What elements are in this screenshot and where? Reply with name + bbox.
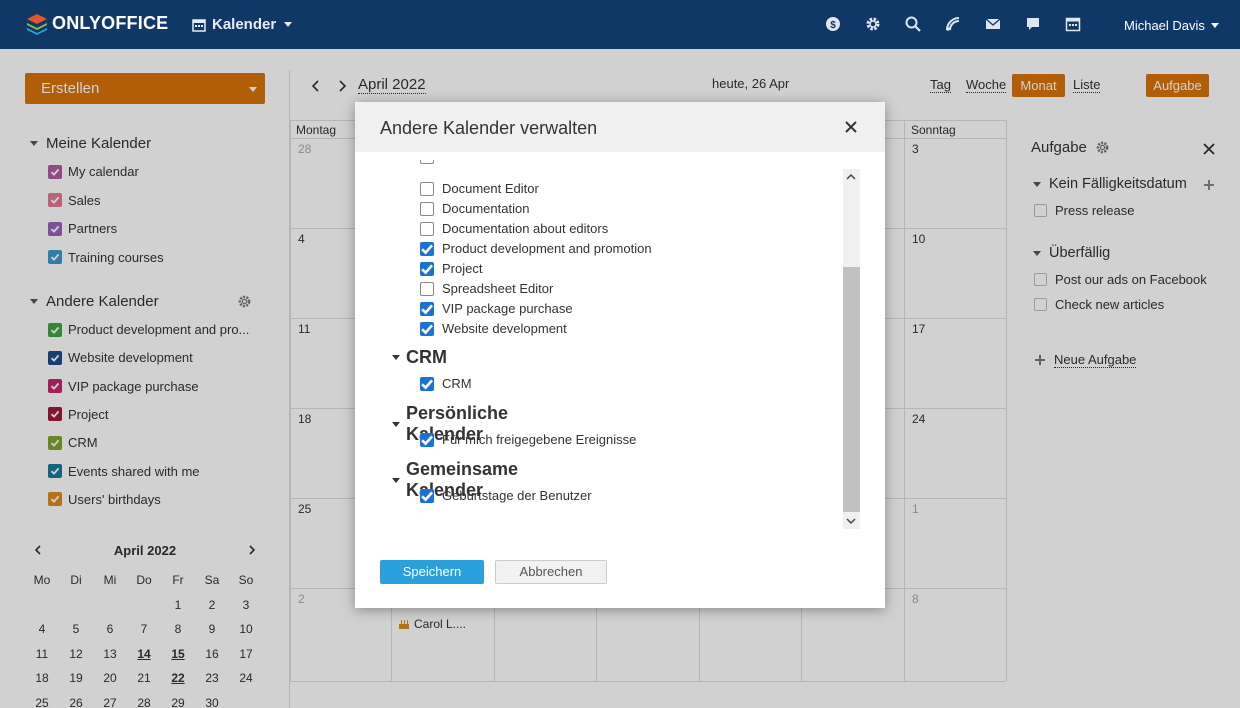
scroll-down-arrow-icon[interactable] — [846, 517, 856, 525]
user-menu[interactable]: Michael Davis — [1124, 18, 1219, 33]
dialog-calendar-item[interactable]: VIP package purchase — [420, 301, 573, 316]
onlyoffice-logo-icon[interactable] — [25, 12, 49, 36]
calendar-checkbox[interactable] — [420, 201, 434, 216]
dialog-calendar-item[interactable]: Spreadsheet Editor — [420, 281, 553, 296]
user-name: Michael Davis — [1124, 18, 1205, 33]
feed-icon[interactable] — [944, 15, 962, 33]
calendar-checkbox[interactable] — [420, 488, 434, 503]
search-icon[interactable] — [904, 15, 922, 33]
chat-icon[interactable] — [1024, 15, 1042, 33]
save-button[interactable]: Speichern — [380, 560, 484, 584]
dialog-calendar-label: Geburtstage der Benutzer — [442, 488, 592, 503]
chevron-down-icon — [1210, 23, 1219, 28]
calendar-icon — [192, 18, 206, 32]
cancel-button[interactable]: Abbrechen — [495, 560, 607, 584]
dialog-calendar-label: CRM — [442, 376, 472, 391]
calendar-checkbox[interactable] — [420, 181, 434, 196]
svg-text:$: $ — [830, 20, 836, 31]
dialog-calendar-item[interactable]: Für mich freigegebene Ereignisse — [420, 432, 636, 447]
dialog-calendar-item[interactable]: Geburtstage der Benutzer — [420, 488, 592, 503]
calendar-checkbox[interactable] — [420, 241, 434, 256]
calendar-checkbox[interactable] — [420, 432, 434, 447]
dialog-calendar-item[interactable]: Product development and promotion — [420, 241, 652, 256]
payment-icon[interactable]: $ — [824, 15, 842, 33]
dialog-calendar-item[interactable]: CRM — [420, 376, 472, 391]
collapse-arrow-icon — [392, 421, 400, 427]
collapse-arrow-icon — [392, 477, 400, 483]
dialog-group-title: CRM — [406, 347, 447, 367]
logo-text[interactable]: ONLYOFFICE — [52, 13, 168, 34]
module-name: Kalender — [212, 16, 277, 33]
dialog-calendar-label: Für mich freigegebene Ereignisse — [442, 432, 637, 447]
dialog-calendar-item[interactable]: Project — [420, 261, 482, 276]
dialog-calendar-label: Documentation about editors — [442, 221, 609, 236]
settings-gear-icon[interactable] — [864, 15, 882, 33]
dialog-calendar-label: Spreadsheet Editor — [442, 281, 554, 296]
partially-visible-label — [440, 158, 460, 164]
calendar-checkbox[interactable] — [420, 221, 434, 236]
dialog-scroll-area[interactable]: Document Editor Documentation Documentatio… — [355, 154, 840, 534]
mail-icon[interactable] — [984, 15, 1002, 33]
chevron-down-icon — [284, 22, 293, 27]
collapse-arrow-icon — [392, 355, 400, 360]
dialog-title: Andere Kalender verwalten — [380, 118, 598, 138]
dialog-calendar-item[interactable]: Website development — [420, 321, 567, 336]
dialog-calendar-label: Product development and promotion — [442, 241, 652, 256]
calendar-header-icon[interactable] — [1064, 15, 1082, 33]
calendar-checkbox[interactable] — [420, 321, 434, 336]
calendar-checkbox[interactable] — [420, 281, 434, 296]
dialog-calendar-label: VIP package purchase — [442, 301, 573, 316]
dialog-scrollbar-thumb[interactable] — [843, 267, 860, 512]
dialog-calendar-label: Document Editor — [442, 181, 539, 196]
calendar-checkbox[interactable] — [420, 376, 434, 391]
calendar-checkbox[interactable] — [420, 261, 434, 276]
dialog-calendar-item[interactable]: Documentation about editors — [420, 221, 608, 236]
dialog-calendar-item[interactable]: Document Editor — [420, 181, 539, 196]
dialog-calendar-label: Website development — [442, 321, 567, 336]
dialog-calendar-item[interactable]: Documentation — [420, 201, 529, 216]
partially-visible-checkbox — [420, 160, 434, 164]
dialog-calendar-label: Project — [442, 261, 483, 276]
dialog-calendar-label: Documentation — [442, 201, 530, 216]
dialog-group-header[interactable]: CRM — [392, 347, 447, 368]
calendar-checkbox[interactable] — [420, 301, 434, 316]
module-switcher[interactable]: Kalender — [192, 16, 293, 33]
top-header — [0, 0, 1240, 49]
manage-calendars-dialog: Andere Kalender verwalten Document Edito… — [355, 102, 885, 608]
scroll-up-arrow-icon[interactable] — [846, 173, 856, 181]
dialog-close-icon[interactable] — [845, 121, 857, 133]
